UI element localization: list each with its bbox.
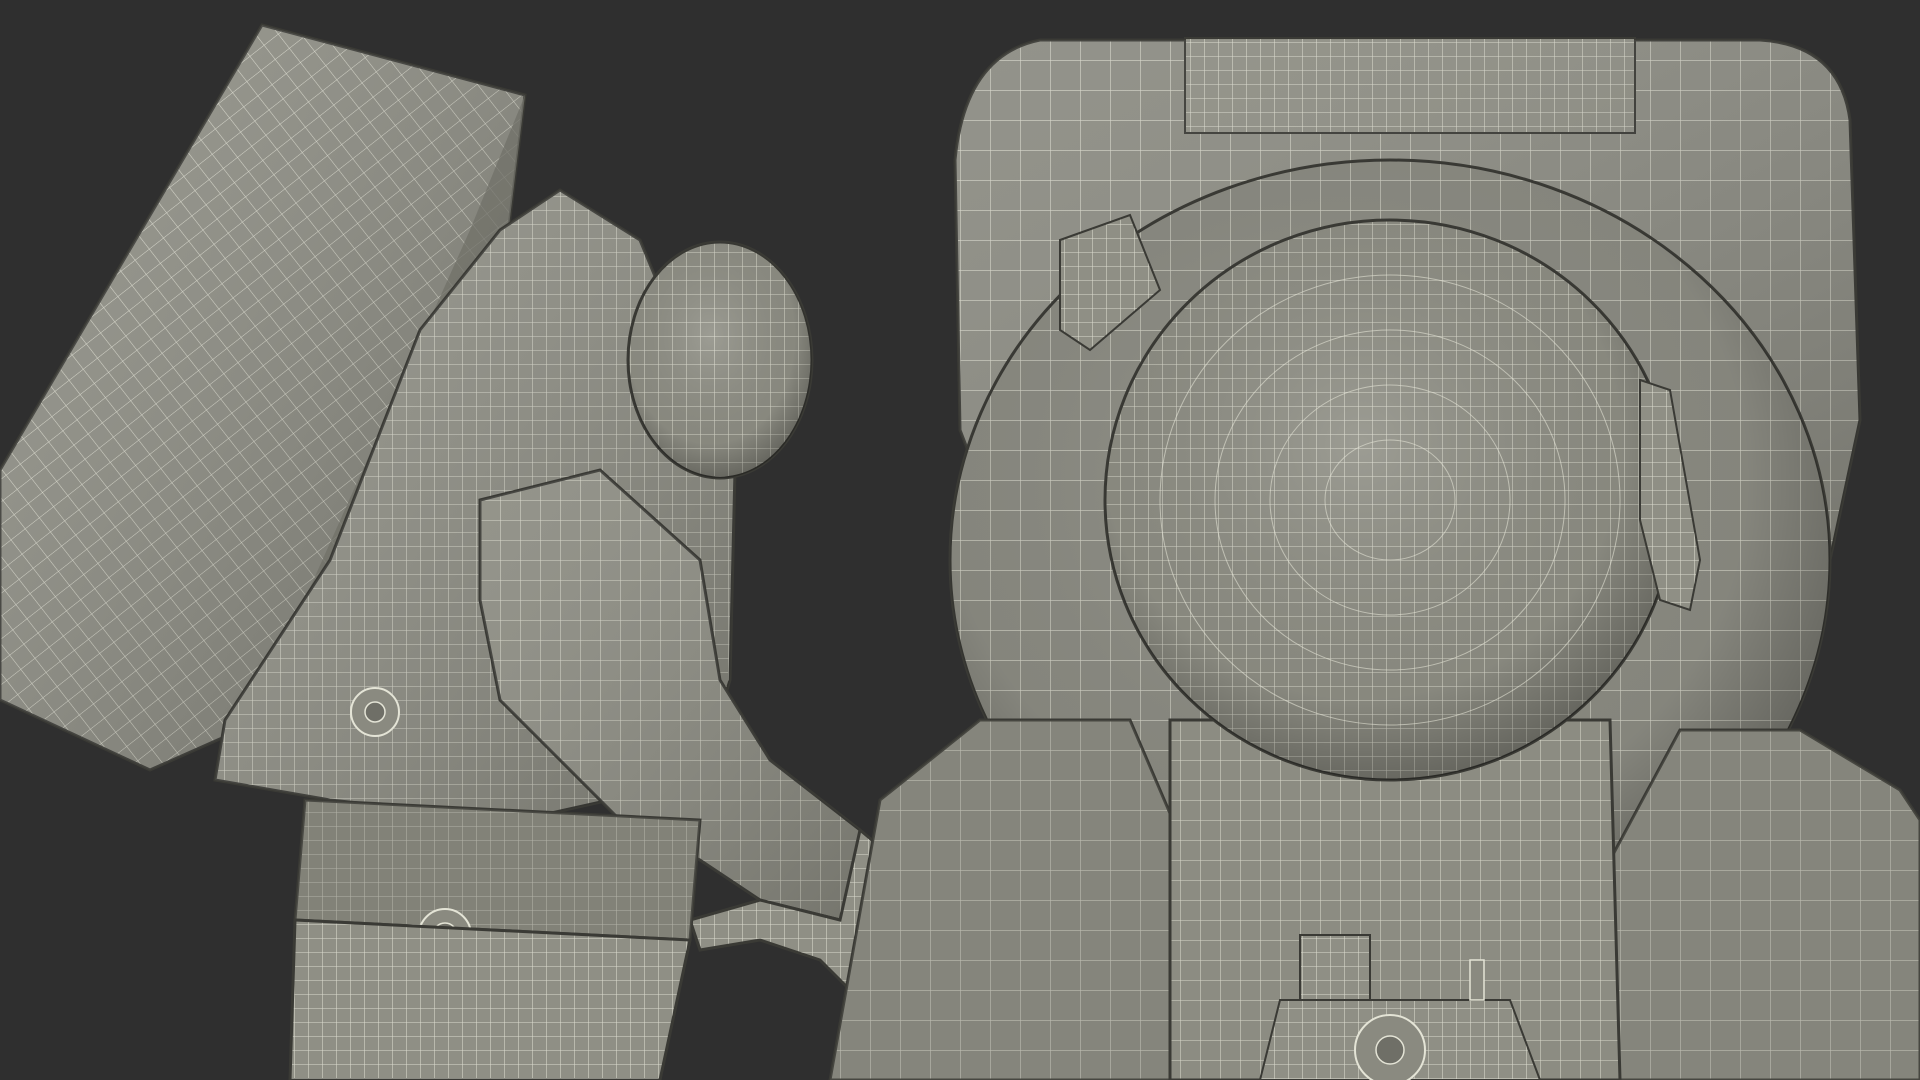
wireframe-render <box>0 23 1920 1080</box>
helmet-top <box>1103 218 1677 782</box>
left-shoulder-top <box>828 718 1192 1080</box>
legs-side <box>288 918 692 1080</box>
astronaut-side-view <box>0 23 952 1080</box>
helmet-side <box>626 240 814 480</box>
render-viewport <box>0 0 1920 1080</box>
astronaut-top-view <box>828 37 1920 1080</box>
